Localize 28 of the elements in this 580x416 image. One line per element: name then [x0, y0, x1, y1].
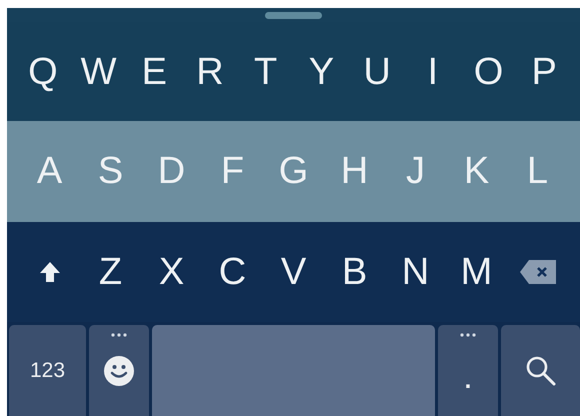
- period-key[interactable]: .: [438, 325, 498, 416]
- numbers-key[interactable]: 123: [9, 325, 86, 416]
- backspace-icon: [520, 260, 556, 284]
- letter-key[interactable]: X: [141, 222, 202, 322]
- letter-key[interactable]: Z: [80, 222, 141, 322]
- up-arrow-icon: [38, 261, 60, 283]
- letter-key[interactable]: T: [238, 22, 294, 121]
- letter-key[interactable]: P: [516, 22, 572, 121]
- letter-key[interactable]: U: [349, 22, 405, 121]
- letter-key[interactable]: E: [126, 22, 182, 121]
- more-dots-icon: [111, 333, 127, 337]
- letter-key[interactable]: M: [446, 222, 507, 322]
- smiley-icon: [103, 354, 135, 386]
- letter-key[interactable]: B: [324, 222, 385, 322]
- letter-key[interactable]: O: [460, 22, 516, 121]
- letter-key[interactable]: N: [385, 222, 446, 322]
- search-key[interactable]: [501, 325, 580, 416]
- letter-key[interactable]: C: [202, 222, 263, 322]
- letter-key[interactable]: I: [404, 22, 461, 121]
- more-dots-icon: [460, 333, 476, 337]
- letter-key[interactable]: Y: [294, 22, 350, 121]
- search-icon: [524, 354, 556, 386]
- letter-key[interactable]: Q: [15, 22, 71, 121]
- drag-handle[interactable]: [265, 12, 322, 19]
- emoji-key[interactable]: [89, 325, 149, 416]
- letter-key[interactable]: V: [263, 222, 324, 322]
- letter-key[interactable]: R: [182, 22, 238, 121]
- letter-key[interactable]: W: [70, 22, 126, 121]
